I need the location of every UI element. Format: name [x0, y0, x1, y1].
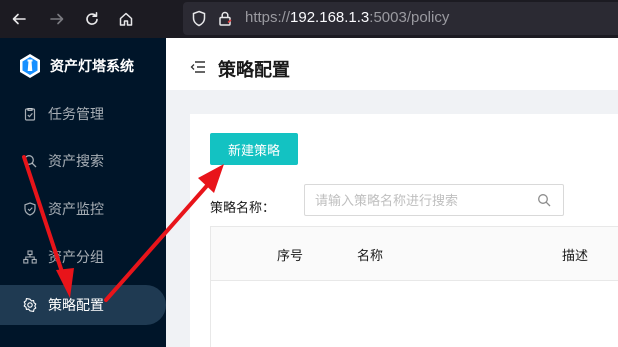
- page-title: 策略配置: [218, 60, 290, 81]
- app-name: 资产灯塔系统: [50, 59, 134, 75]
- sidebar-item-label: 资产监控: [48, 202, 104, 218]
- column-header-description: 描述: [562, 249, 589, 264]
- browser-toolbar: https://192.168.1.3:5003/policy: [0, 0, 618, 38]
- main-content: 新建策略 策略名称： 序号 名称 描述: [166, 90, 618, 347]
- url-path: :5003/policy: [369, 9, 450, 26]
- sidebar-item-label: 任务管理: [48, 107, 104, 123]
- tracking-protection-icon[interactable]: [191, 10, 207, 27]
- url-text: https://192.168.1.3:5003/policy: [245, 9, 449, 26]
- arrow-right-icon: [50, 13, 64, 25]
- url-host: 192.168.1.3: [290, 9, 370, 26]
- sidebar-item-asset-search[interactable]: 资产搜索: [0, 141, 166, 181]
- forward-button[interactable]: [44, 6, 70, 32]
- sidebar-item-policy-config[interactable]: 策略配置: [0, 285, 166, 325]
- arrow-left-icon: [12, 13, 26, 25]
- policy-table: 序号 名称 描述: [210, 226, 618, 347]
- sidebar-item-task-management[interactable]: 任务管理: [0, 94, 166, 134]
- sidebar-item-label: 资产分组: [48, 250, 104, 266]
- column-header-name: 名称: [357, 249, 384, 264]
- cluster-icon: [22, 249, 38, 265]
- policy-search-input[interactable]: [315, 191, 525, 211]
- lock-icon[interactable]: [217, 10, 233, 27]
- policy-search-field[interactable]: [304, 184, 564, 216]
- policy-name-label: 策略名称：: [210, 200, 276, 216]
- sidebar: 资产灯塔系统 任务管理 资产搜索 资产监控 资产分组 策略配置: [0, 38, 166, 347]
- gear-icon: [22, 297, 38, 313]
- reload-button[interactable]: [79, 6, 105, 32]
- column-header-index: 序号: [277, 249, 304, 264]
- menu-fold-icon[interactable]: [190, 60, 206, 74]
- sidebar-item-label: 策略配置: [48, 298, 104, 314]
- sidebar-item-asset-monitor[interactable]: 资产监控: [0, 189, 166, 229]
- sidebar-item-asset-group[interactable]: 资产分组: [0, 237, 166, 277]
- new-policy-button[interactable]: 新建策略: [210, 133, 298, 165]
- reload-icon: [86, 12, 98, 25]
- lighthouse-logo-icon: [20, 54, 40, 78]
- clipboard-icon: [22, 106, 38, 122]
- home-button[interactable]: [113, 6, 139, 32]
- shield-icon: [22, 201, 38, 217]
- search-icon: [22, 153, 38, 169]
- home-icon: [119, 12, 133, 26]
- page-header: 策略配置: [166, 38, 618, 90]
- back-button[interactable]: [6, 6, 32, 32]
- sidebar-item-label: 资产搜索: [48, 154, 104, 170]
- app-logo[interactable]: 资产灯塔系统: [18, 52, 134, 80]
- address-bar[interactable]: https://192.168.1.3:5003/policy: [183, 2, 618, 35]
- url-scheme: https://: [245, 9, 291, 26]
- policy-card: 新建策略 策略名称： 序号 名称 描述: [190, 114, 618, 347]
- search-icon[interactable]: [537, 193, 551, 207]
- table-header: 序号 名称 描述: [211, 227, 618, 281]
